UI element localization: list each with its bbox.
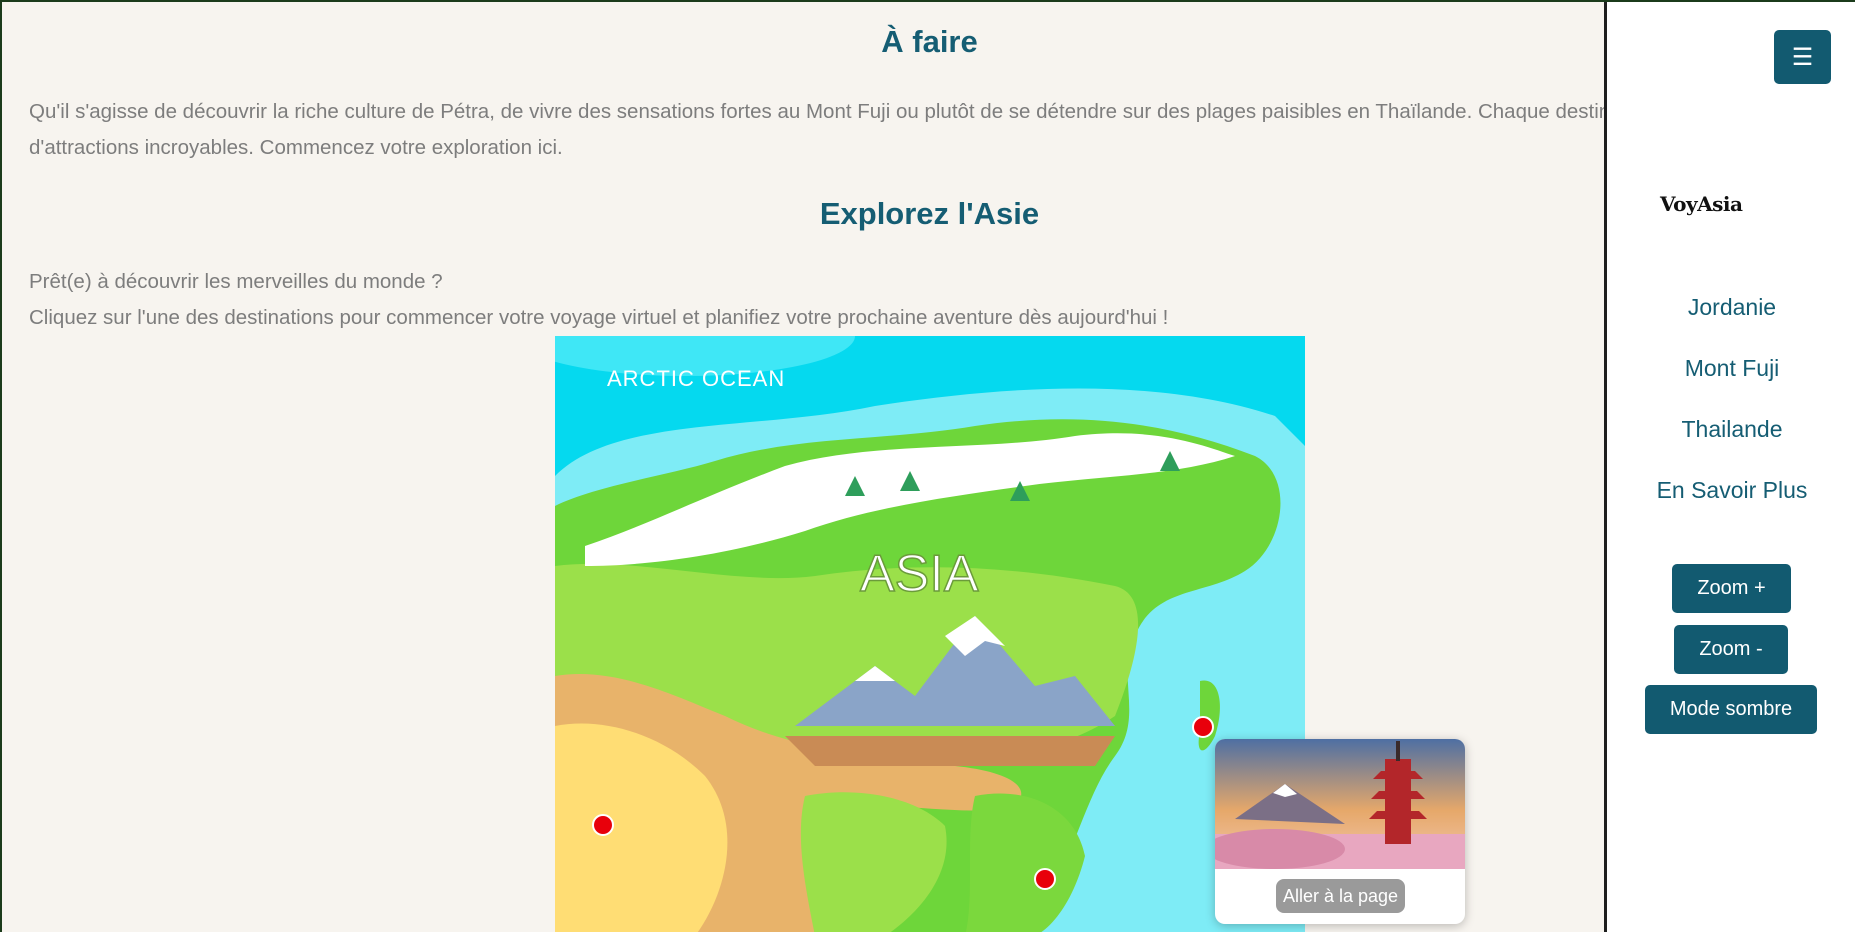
nav-item-mont-fuji[interactable]: Mont Fuji <box>1607 355 1855 382</box>
go-to-page-button[interactable]: Aller à la page <box>1276 879 1405 913</box>
nav-item-jordanie[interactable]: Jordanie <box>1607 294 1855 321</box>
map-pin-thailande[interactable] <box>1034 868 1056 890</box>
intro-paragraph-line-2: d'attractions incroyables. Commencez vot… <box>29 136 563 159</box>
explore-paragraph-line-1: Prêt(e) à découvrir les merveilles du mo… <box>29 270 443 293</box>
map-pin-jordanie[interactable] <box>592 814 614 836</box>
explore-paragraph-line-2: Cliquez sur l'une des destinations pour … <box>29 306 1169 329</box>
nav-item-en-savoir-plus[interactable]: En Savoir Plus <box>1607 477 1855 504</box>
map-pin-mont-fuji[interactable] <box>1192 716 1214 738</box>
nav-item-thailande[interactable]: Thailande <box>1607 416 1855 443</box>
zoom-in-button[interactable]: Zoom + <box>1672 564 1791 613</box>
sidebar: ☰ VoyAsia Jordanie Mont Fuji Thailande E… <box>1604 2 1855 932</box>
site-logo: VoyAsia <box>1660 192 1743 216</box>
ocean-label: ARCTIC OCEAN <box>607 366 785 391</box>
main-content: À faire Qu'il s'agisse de découvrir la r… <box>2 2 1604 932</box>
asia-map: ARCTIC OCEAN ASIA <box>555 336 1305 932</box>
asia-map-illustration: ARCTIC OCEAN ASIA <box>555 336 1305 932</box>
dark-mode-button[interactable]: Mode sombre <box>1645 685 1817 734</box>
intro-paragraph-line-1: Qu'il s'agisse de découvrir la riche cul… <box>29 100 1604 123</box>
page-title-todo: À faire <box>881 24 978 59</box>
zoom-out-button[interactable]: Zoom - <box>1674 625 1788 674</box>
destination-photo <box>1215 739 1465 869</box>
destination-popup: Aller à la page <box>1215 739 1465 924</box>
section-title-explore: Explorez l'Asie <box>819 196 1040 231</box>
hamburger-menu-icon[interactable]: ☰ <box>1774 30 1831 84</box>
continent-label: ASIA <box>860 545 979 603</box>
